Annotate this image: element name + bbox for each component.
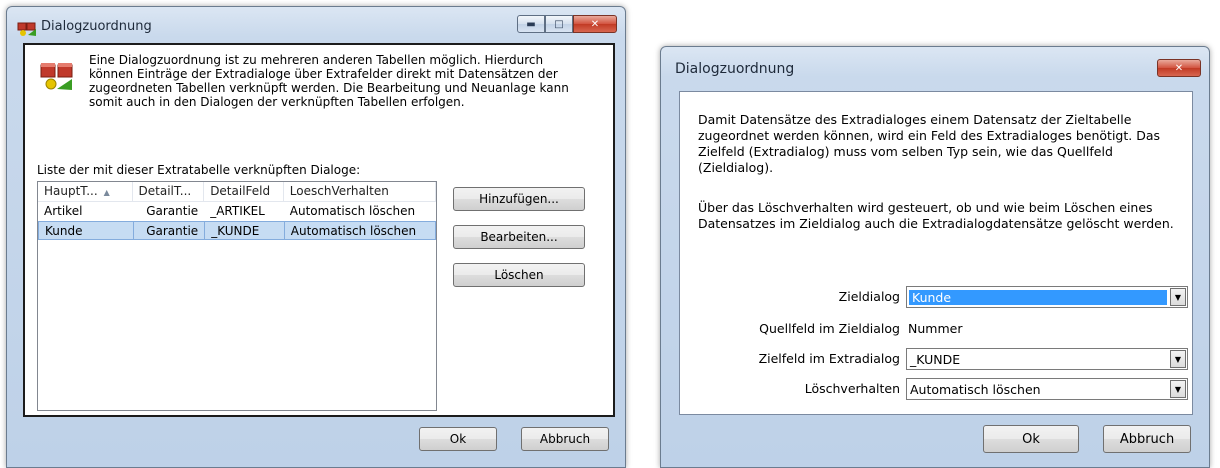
cell-loeschverhalten: Automatisch löschen — [283, 221, 436, 240]
cancel-button[interactable]: Abbruch — [521, 427, 609, 451]
minimize-button[interactable]: ▬ — [517, 15, 545, 33]
dialog-link-icon — [39, 59, 75, 91]
cell-loeschverhalten: Automatisch löschen — [289, 204, 416, 218]
quellfeld-value: Nummer — [908, 321, 963, 336]
zieldialog-value: Kunde — [909, 289, 1167, 305]
cell-detailfeld: _ARTIKEL — [210, 204, 265, 218]
cell-detailfeld: _KUNDE — [204, 221, 284, 240]
dialog-content: Eine Dialogzuordnung ist zu mehreren and… — [23, 43, 615, 417]
chevron-down-icon[interactable]: ▼ — [1170, 350, 1186, 368]
ok-button[interactable]: Ok — [983, 425, 1079, 453]
chevron-down-icon[interactable]: ▼ — [1170, 380, 1186, 398]
info-text: Eine Dialogzuordnung ist zu mehreren and… — [89, 53, 569, 109]
table-row[interactable]: Artikel Garantie _ARTIKEL Automatisch lö… — [38, 202, 436, 221]
cell-detailt: Garantie — [146, 204, 199, 218]
zielfeld-select[interactable]: _KUNDE ▼ — [906, 348, 1188, 370]
caption-buttons: ▬ □ ✕ — [517, 15, 617, 33]
cell-detailt: Garantie — [132, 221, 205, 240]
list-header: HauptT... ▲ DetailT... DetailFeld LoeschV… — [38, 182, 437, 202]
cell-hauptt: Artikel — [44, 204, 83, 218]
chevron-down-icon[interactable]: ▼ — [1170, 288, 1186, 306]
table-row[interactable]: Kunde Garantie _KUNDE Automatisch lösche… — [38, 221, 436, 240]
description-paragraph: Damit Datensätze des Extradialoges einem… — [698, 112, 1161, 175]
loeschverhalten-label: Löschverhalten — [804, 381, 900, 396]
column-header-detailt[interactable]: DetailT... — [133, 182, 205, 201]
delete-button[interactable]: Löschen — [453, 263, 585, 287]
zieldialog-label: Zieldialog — [838, 289, 900, 304]
minimize-icon: ▬ — [526, 18, 536, 30]
close-button[interactable]: ✕ — [1157, 59, 1201, 77]
maximize-button[interactable]: □ — [545, 15, 573, 33]
column-header-detailfeld[interactable]: DetailFeld — [204, 182, 284, 201]
list-label: Liste der mit dieser Extratabelle verknü… — [37, 163, 361, 177]
close-button[interactable]: ✕ — [573, 15, 617, 33]
window-title: Dialogzuordnung — [675, 61, 795, 77]
dialog-window-assignment: Dialogzuordnung ✕ Damit Datensätze des E… — [660, 46, 1210, 468]
linked-dialogs-list[interactable]: HauptT... ▲ DetailT... DetailFeld LoeschV… — [37, 181, 437, 411]
cell-hauptt: Kunde — [38, 221, 133, 240]
cancel-button[interactable]: Abbruch — [1103, 425, 1191, 453]
close-icon: ✕ — [1174, 62, 1184, 74]
description-paragraph: Über das Löschverhalten wird gesteuert, … — [698, 200, 1174, 231]
zieldialog-select[interactable]: Kunde ▼ — [906, 286, 1188, 308]
close-icon: ✕ — [590, 18, 600, 30]
dialog-content: Damit Datensätze des Extradialoges einem… — [679, 91, 1193, 415]
loeschverhalten-select[interactable]: Automatisch löschen ▼ — [906, 378, 1188, 400]
maximize-icon: □ — [554, 18, 564, 30]
column-header-hauptt[interactable]: HauptT... ▲ — [38, 182, 133, 201]
zielfeld-value: _KUNDE — [910, 351, 961, 367]
column-header-loeschverhalten[interactable]: LoeschVerhalten — [284, 182, 437, 201]
quellfeld-label: Quellfeld im Zieldialog — [759, 321, 900, 336]
sort-ascending-icon: ▲ — [103, 188, 110, 197]
ok-button[interactable]: Ok — [419, 427, 497, 451]
dialog-window-main: Dialogzuordnung ▬ □ ✕ Eine Dialogzuordnu… — [6, 6, 626, 468]
dialog-app-icon — [17, 19, 37, 37]
loeschverhalten-value: Automatisch löschen — [910, 381, 1041, 397]
add-button[interactable]: Hinzufügen... — [453, 187, 585, 211]
edit-button[interactable]: Bearbeiten... — [453, 225, 585, 249]
zielfeld-label: Zielfeld im Extradialog — [758, 351, 900, 366]
window-title: Dialogzuordnung — [41, 19, 152, 34]
